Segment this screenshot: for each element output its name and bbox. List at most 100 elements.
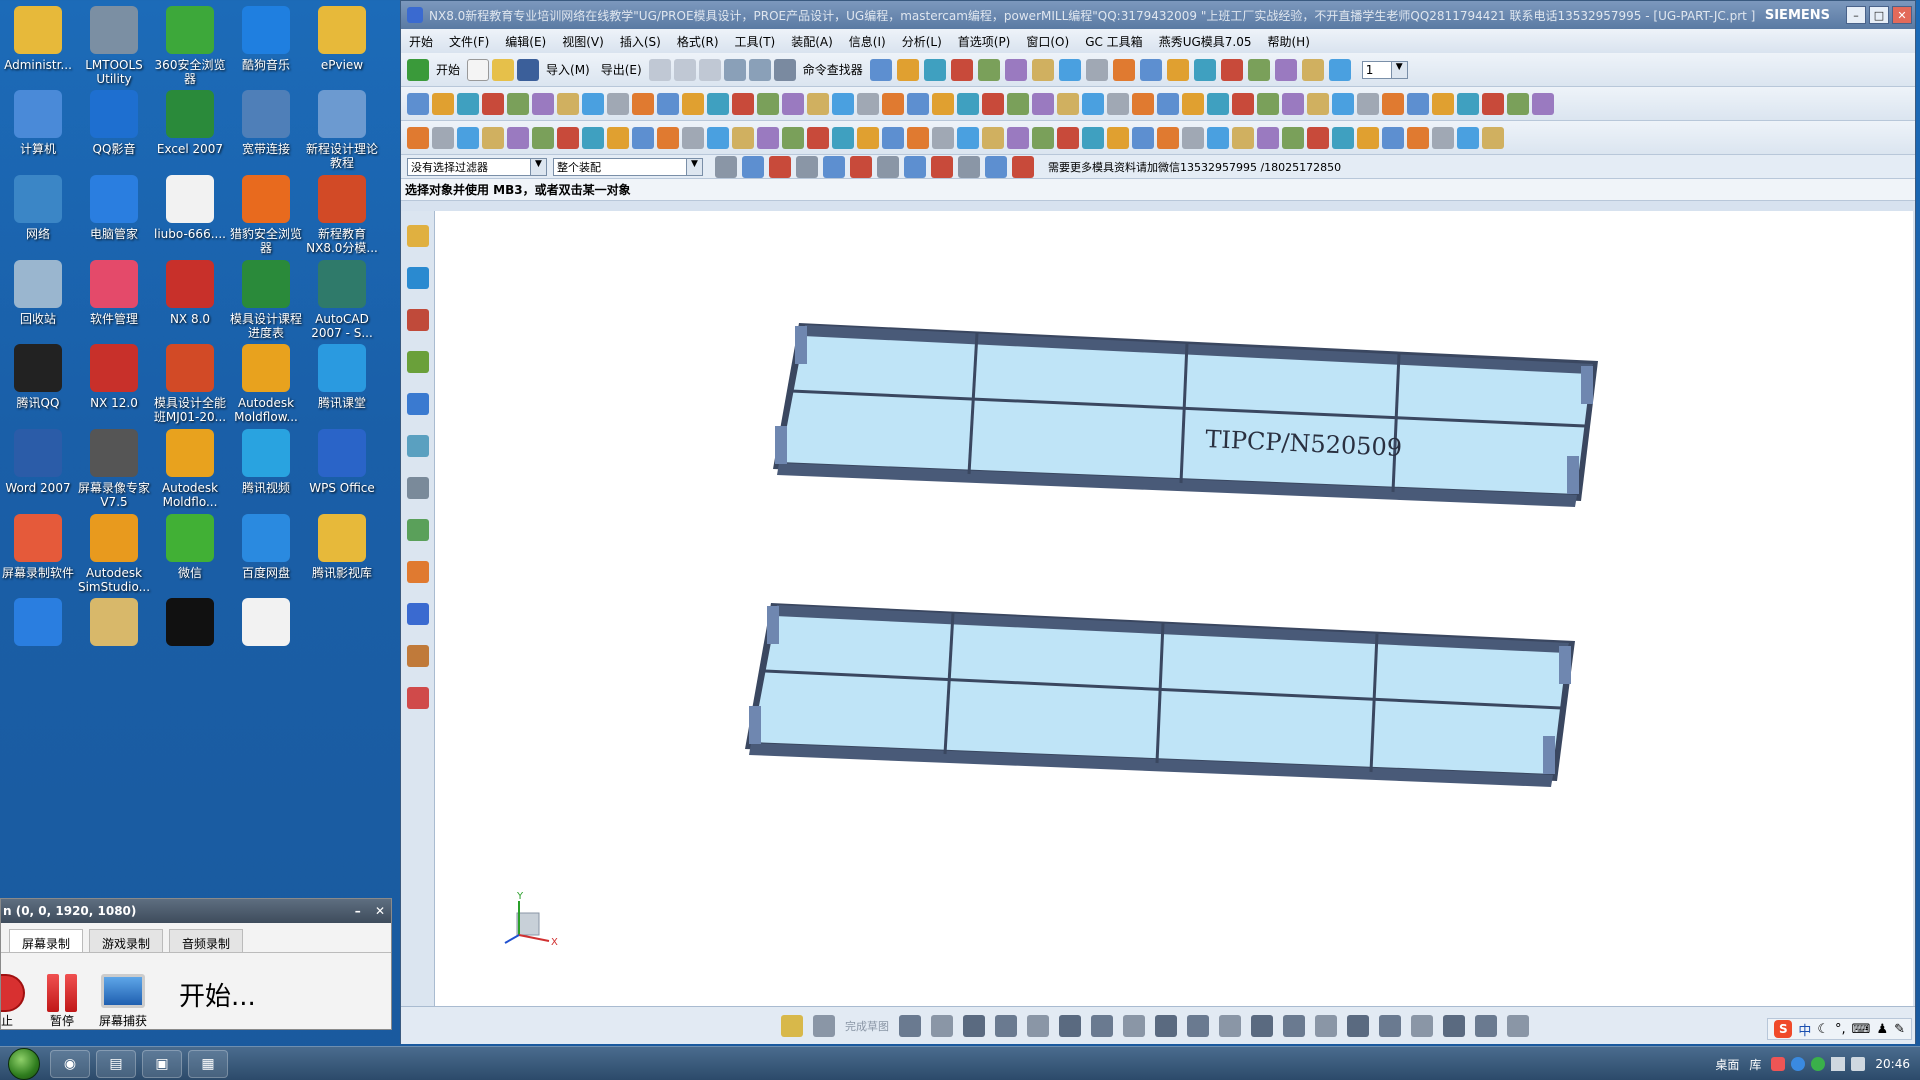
snap-point-icon[interactable] xyxy=(1012,155,1034,178)
taskbar-recorder-icon[interactable]: ▣ xyxy=(142,1049,182,1078)
feature-tool-icon[interactable] xyxy=(657,92,679,115)
mold-tool-icon[interactable] xyxy=(1057,126,1079,149)
desktop-icon[interactable]: 网络 xyxy=(0,175,76,241)
feature-tool-icon[interactable] xyxy=(1132,92,1154,115)
clock[interactable]: 20:46 xyxy=(1875,1057,1910,1071)
mold-tool-icon[interactable] xyxy=(632,126,654,149)
minimize-button[interactable]: – xyxy=(1846,6,1866,24)
mold-tool-icon[interactable] xyxy=(1382,126,1404,149)
desktop-icon[interactable]: 酷狗音乐 xyxy=(228,6,304,72)
mold-tool-icon[interactable] xyxy=(982,126,1004,149)
mold-tool-icon[interactable] xyxy=(1357,126,1379,149)
feature-tool-icon[interactable] xyxy=(1357,92,1379,115)
sketch-tool-icon[interactable] xyxy=(1123,1014,1145,1037)
sketch-tool-icon[interactable] xyxy=(1155,1014,1177,1037)
toolbar-icon[interactable] xyxy=(896,58,919,81)
tab-audio-record[interactable]: 音频录制 xyxy=(169,929,244,952)
mold-tool-icon[interactable] xyxy=(482,126,504,149)
mold-tool-icon[interactable] xyxy=(1132,126,1154,149)
resource-bar-icon[interactable] xyxy=(406,309,429,331)
feature-tool-icon[interactable] xyxy=(532,92,554,115)
network-tray-icon[interactable] xyxy=(1831,1057,1846,1071)
mold-tool-icon[interactable] xyxy=(582,126,604,149)
feature-tool-icon[interactable] xyxy=(1482,92,1504,115)
feature-tool-icon[interactable] xyxy=(1232,92,1254,115)
import-button[interactable]: 导入(M) xyxy=(542,61,594,78)
mold-tool-icon[interactable] xyxy=(957,126,979,149)
mold-tool-icon[interactable] xyxy=(507,126,529,149)
finish-sketch-label[interactable]: 完成草图 xyxy=(845,1018,889,1034)
mold-tool-icon[interactable] xyxy=(757,126,779,149)
new-file-icon[interactable] xyxy=(467,58,490,81)
resource-bar-icon[interactable] xyxy=(406,561,429,583)
mold-tool-icon[interactable] xyxy=(682,126,704,149)
desktop-icon[interactable]: 屏幕录制软件 xyxy=(0,514,76,580)
toolbar-icon[interactable] xyxy=(1328,58,1351,81)
menu-item[interactable]: 文件(F) xyxy=(449,33,489,50)
screen-capture-button[interactable]: 屏幕捕获 xyxy=(99,974,147,1029)
snap-point-icon[interactable] xyxy=(985,155,1007,178)
desktop-icon[interactable] xyxy=(0,598,76,650)
export-button[interactable]: 导出(E) xyxy=(597,61,646,78)
mold-tool-icon[interactable] xyxy=(657,126,679,149)
menu-item[interactable]: 帮助(H) xyxy=(1268,33,1310,50)
sketch-tool-icon[interactable] xyxy=(899,1014,921,1037)
menu-item[interactable]: 装配(A) xyxy=(791,33,833,50)
sketch-tool-icon[interactable] xyxy=(1347,1014,1369,1037)
desktop-icon[interactable]: ePview xyxy=(304,6,380,72)
feature-tool-icon[interactable] xyxy=(582,92,604,115)
feature-tool-icon[interactable] xyxy=(1282,92,1304,115)
menu-item[interactable]: 工具(T) xyxy=(735,33,776,50)
menu-item[interactable]: 窗口(O) xyxy=(1026,33,1069,50)
mold-part-bottom[interactable] xyxy=(745,603,1575,787)
taskbar-browser-icon[interactable]: ◉ xyxy=(50,1049,90,1078)
sketch-tool-icon[interactable] xyxy=(1059,1014,1081,1037)
feature-tool-icon[interactable] xyxy=(732,92,754,115)
mold-tool-icon[interactable] xyxy=(607,126,629,149)
desktop-icon[interactable]: 360安全浏览器 xyxy=(152,6,228,86)
close-button[interactable]: ✕ xyxy=(1892,6,1912,24)
toolbar-icon[interactable] xyxy=(1112,58,1135,81)
sketch-tool-icon[interactable] xyxy=(1475,1014,1497,1037)
feature-tool-icon[interactable] xyxy=(1532,92,1554,115)
mold-tool-icon[interactable] xyxy=(882,126,904,149)
help-icon[interactable] xyxy=(1791,1057,1806,1071)
desktop-icon[interactable]: 计算机 xyxy=(0,90,76,156)
desktop-icon[interactable]: LMTOOLS Utility xyxy=(76,6,152,86)
menu-item[interactable]: 插入(S) xyxy=(620,33,661,50)
desktop-icon[interactable] xyxy=(152,598,228,650)
toolbar-icon[interactable] xyxy=(1085,58,1108,81)
desktop-icon[interactable]: Autodesk Moldflo... xyxy=(152,429,228,509)
tab-game-record[interactable]: 游戏录制 xyxy=(89,929,164,952)
close-icon[interactable]: ✕ xyxy=(375,904,385,918)
menu-item[interactable]: 首选项(P) xyxy=(958,33,1011,50)
paste-icon[interactable] xyxy=(698,58,721,81)
ime-skin-icon[interactable]: ♟ xyxy=(1876,1022,1888,1037)
ime-punct-icon[interactable]: °, xyxy=(1835,1022,1846,1037)
desktop-icon[interactable]: Autodesk Moldflow... xyxy=(228,344,304,424)
sketch-tool-icon[interactable] xyxy=(1091,1014,1113,1037)
desktop-icon[interactable]: Word 2007 xyxy=(0,429,76,495)
feature-tool-icon[interactable] xyxy=(1457,92,1479,115)
sketch-tool-icon[interactable] xyxy=(1027,1014,1049,1037)
feature-tool-icon[interactable] xyxy=(1107,92,1129,115)
desktop-icon[interactable]: Excel 2007 xyxy=(152,90,228,156)
mold-tool-icon[interactable] xyxy=(907,126,929,149)
resource-bar-icon[interactable] xyxy=(406,603,429,625)
mold-tool-icon[interactable] xyxy=(1032,126,1054,149)
mold-tool-icon[interactable] xyxy=(1432,126,1454,149)
sketch-icon[interactable] xyxy=(781,1014,803,1037)
toolbar-icon[interactable] xyxy=(1301,58,1324,81)
feature-tool-icon[interactable] xyxy=(807,92,829,115)
feature-tool-icon[interactable] xyxy=(482,92,504,115)
save-icon[interactable] xyxy=(517,58,540,81)
selection-scope-select[interactable]: 整个装配 ▼ xyxy=(553,157,703,176)
desktop-icon[interactable]: 腾讯QQ xyxy=(0,344,76,410)
mold-tool-icon[interactable] xyxy=(1307,126,1329,149)
pause-button[interactable]: 暂停 xyxy=(47,974,77,1029)
cut-icon[interactable] xyxy=(648,58,671,81)
desktop-icon[interactable]: NX 8.0 xyxy=(152,260,228,326)
ime-tools-icon[interactable]: ✎ xyxy=(1894,1022,1905,1037)
sketch-tool-icon[interactable] xyxy=(1443,1014,1465,1037)
mold-tool-icon[interactable] xyxy=(557,126,579,149)
